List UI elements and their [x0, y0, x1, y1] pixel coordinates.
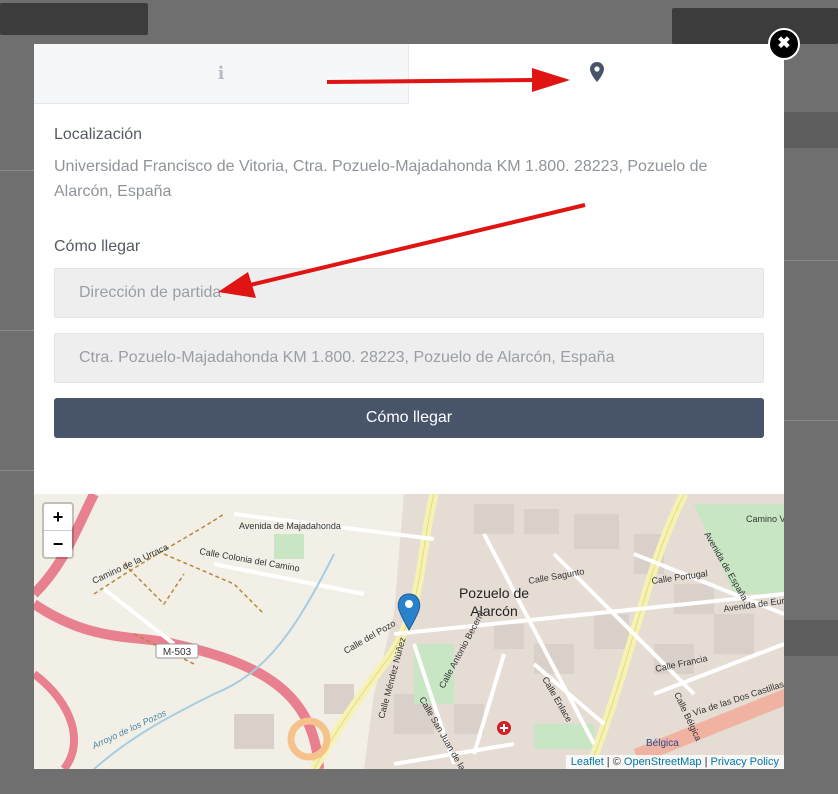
directions-label: Cómo llegar	[54, 238, 141, 255]
map-attribution: Leaflet | © OpenStreetMap | Privacy Poli…	[565, 755, 784, 769]
zoom-out-button[interactable]: −	[44, 531, 72, 557]
attribution-separator: | ©	[603, 756, 624, 768]
background-divider	[0, 330, 34, 331]
background-button	[672, 8, 838, 44]
map-tiles: M-503 Pozuelo de Alarcón Avenida de Maja…	[34, 494, 784, 769]
openstreetmap-link[interactable]: OpenStreetMap	[624, 756, 702, 768]
get-directions-button[interactable]: Cómo llegar	[54, 398, 764, 438]
info-icon: i	[217, 63, 225, 84]
background-block	[784, 112, 838, 148]
destination-address-input[interactable]: Ctra. Pozuelo-Majadahonda KM 1.800. 2822…	[54, 333, 764, 383]
map-town-line1: Pozuelo de	[459, 585, 529, 601]
background-button	[0, 3, 148, 35]
zoom-in-button[interactable]: +	[44, 504, 72, 531]
leaflet-link[interactable]: Leaflet	[571, 756, 604, 768]
tab-info[interactable]: i	[34, 44, 409, 104]
background-divider	[0, 170, 34, 171]
privacy-policy-link[interactable]: Privacy Policy	[711, 756, 779, 768]
background-divider	[0, 470, 34, 471]
start-address-input[interactable]: Dirección de partida	[54, 268, 764, 318]
modal-tabs: i	[34, 44, 784, 104]
map-zoom-control: + −	[42, 502, 74, 559]
location-label: Localización	[54, 126, 143, 143]
map-label-m503: M-503	[163, 647, 192, 658]
location-modal: i Localización Universidad Francisco de …	[34, 44, 784, 769]
background-divider	[784, 420, 838, 421]
map-view[interactable]: M-503 Pozuelo de Alarcón Avenida de Maja…	[34, 494, 784, 769]
map-marker-icon	[589, 61, 604, 87]
background-block	[784, 620, 838, 656]
location-address: Universidad Francisco de Vitoria, Ctra. …	[54, 158, 708, 200]
map-station-label: Bélgica	[646, 738, 679, 749]
map-street-label: Camino Va	[746, 514, 784, 524]
location-content: Localización Universidad Francisco de Vi…	[54, 126, 764, 438]
attribution-separator: |	[701, 756, 711, 768]
map-street-label: Avenida de Majadahonda	[239, 521, 341, 531]
background-divider	[784, 260, 838, 261]
close-modal-button[interactable]: ✖	[768, 28, 800, 60]
tab-location[interactable]	[409, 44, 784, 104]
